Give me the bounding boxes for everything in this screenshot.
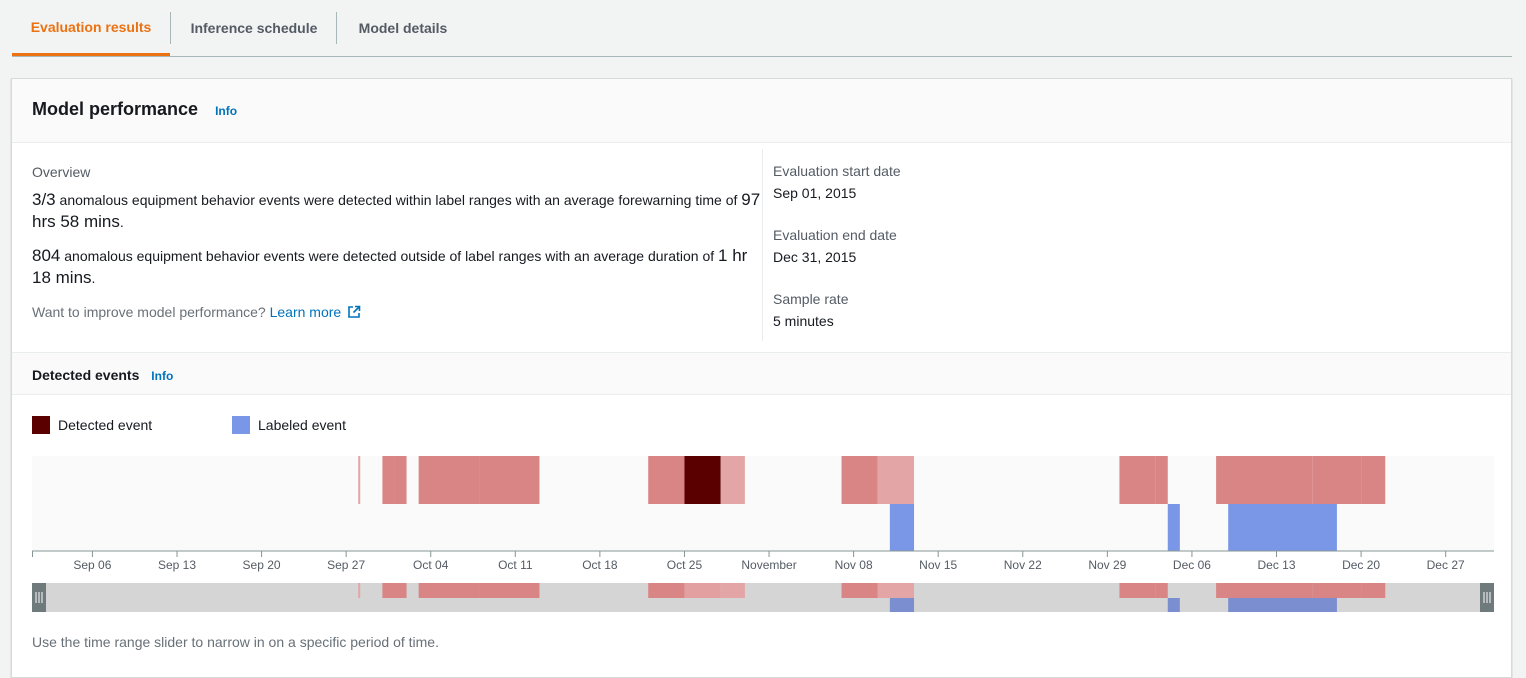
detected-event-bar[interactable] (1216, 456, 1313, 504)
slider-detected-event (1216, 583, 1313, 598)
model-performance-panel: Model performance Info Overview 3/3 anom… (11, 78, 1512, 678)
tab-model-details[interactable]: Model details (337, 0, 469, 56)
x-tick-label: Dec 13 (1257, 558, 1295, 572)
external-link-icon (348, 305, 361, 318)
slider-labeled-event (1167, 598, 1180, 612)
x-tick-label: Oct 25 (667, 558, 703, 572)
x-tick-label: Nov 08 (835, 558, 873, 572)
slider-labeled-event (889, 598, 915, 612)
eval-start-label: Evaluation start date (773, 163, 901, 179)
sample-rate-label: Sample rate (773, 291, 849, 307)
x-tick-label: Dec 06 (1173, 558, 1211, 572)
overview-line-unlabeled: 804 anomalous equipment behavior events … (32, 245, 762, 289)
events-timeline-chart[interactable]: Sep 06 Sep 13 Sep 20 Sep 27 Oct 04 Oct 11 Oct … (32, 456, 1494, 618)
labeled-event-bar[interactable] (1167, 504, 1180, 551)
labeled-event-text: anomalous equipment behavior events were… (55, 192, 742, 208)
x-tick-label: Sep 06 (73, 558, 111, 572)
slider-detected-event (1155, 583, 1168, 598)
labeled-event-bar[interactable] (889, 504, 915, 551)
x-tick-label: Dec 27 (1427, 558, 1465, 572)
x-tick-label: Oct 11 (498, 558, 533, 572)
slider-detected-event (382, 583, 395, 598)
x-tick-label: Sep 27 (327, 558, 365, 572)
slider-detected-event (1361, 583, 1386, 598)
x-tick-label: Nov 22 (1004, 558, 1042, 572)
detected-event-bar[interactable] (720, 456, 745, 504)
overview-label: Overview (32, 164, 91, 180)
detected-event-bar[interactable] (1361, 456, 1386, 504)
detected-event-bar[interactable] (877, 456, 915, 504)
legend-detected: Detected event (32, 416, 152, 434)
slider-labeled-event (1228, 598, 1337, 612)
improve-text: Want to improve model performance? (32, 304, 266, 320)
eval-end-value: Dec 31, 2015 (773, 249, 857, 265)
eval-end-label: Evaluation end date (773, 227, 897, 243)
column-divider (762, 149, 763, 341)
unlabeled-event-text: anomalous equipment behavior events were… (60, 248, 719, 264)
panel-title-row: Model performance Info (32, 99, 237, 120)
detected-event-bar[interactable] (1349, 456, 1362, 504)
slider-detected-event (394, 583, 407, 598)
x-tick-label: November (741, 558, 796, 572)
detected-event-bar[interactable] (1119, 456, 1156, 504)
x-tick-label: Oct 04 (413, 558, 449, 572)
legend-swatch-labeled (232, 416, 250, 434)
slider-detected-event (648, 583, 685, 598)
labeled-event-bar[interactable] (1228, 504, 1337, 551)
x-tick-label: Oct 18 (582, 558, 618, 572)
slider-hint: Use the time range slider to narrow in o… (32, 634, 439, 650)
x-tick-label: Sep 13 (158, 558, 196, 572)
tab-evaluation-results[interactable]: Evaluation results (12, 0, 170, 56)
learn-more-label: Learn more (269, 304, 342, 320)
detected-event-bar[interactable] (394, 456, 407, 504)
detected-event-bar[interactable] (648, 456, 685, 504)
sentence-period: . (91, 270, 96, 286)
slider-detected-event (720, 583, 745, 598)
labeled-event-count: 3/3 (32, 190, 56, 209)
slider-detected-event (1119, 583, 1156, 598)
info-link[interactable]: Info (151, 369, 173, 383)
sentence-period: . (119, 214, 124, 230)
detected-event-bar[interactable] (418, 456, 480, 504)
x-tick-label: Sep 20 (243, 558, 281, 572)
panel-title: Model performance (32, 99, 199, 119)
slider-detected-event (418, 583, 480, 598)
slider-detected-event (877, 583, 915, 598)
slider-detected-event (358, 583, 361, 598)
panel-header: Model performance Info (12, 79, 1511, 143)
slider-detected-event (1312, 583, 1350, 598)
detected-events-title-row: Detected events Info (32, 367, 173, 383)
legend-labeled: Labeled event (232, 416, 346, 434)
x-tick-label: Dec 20 (1342, 558, 1380, 572)
sample-rate-value: 5 minutes (773, 313, 834, 329)
detected-events-title: Detected events (32, 367, 140, 383)
slider-detected-event (479, 583, 540, 598)
detected-event-bar[interactable] (684, 456, 721, 504)
detected-event-bar[interactable] (358, 456, 361, 504)
legend-label-labeled: Labeled event (258, 417, 346, 433)
x-tick-label: Nov 15 (919, 558, 957, 572)
detected-event-bar[interactable] (382, 456, 395, 504)
tab-bar: Evaluation results Inference schedule Mo… (12, 0, 1512, 57)
eval-start-value: Sep 01, 2015 (773, 185, 857, 201)
unlabeled-event-count: 804 (32, 246, 61, 265)
detected-event-bar[interactable] (1155, 456, 1168, 504)
slider-detected-event (684, 583, 721, 598)
info-link[interactable]: Info (215, 104, 237, 118)
legend-label-detected: Detected event (58, 417, 153, 433)
overview-line-labeled: 3/3 anomalous equipment behavior events … (32, 189, 762, 233)
slider-detected-event (841, 583, 878, 598)
slider-detected-event (1349, 583, 1362, 598)
detected-event-bar[interactable] (1312, 456, 1350, 504)
improve-row: Want to improve model performance? Learn… (32, 304, 361, 320)
tab-inference-schedule[interactable]: Inference schedule (171, 0, 337, 56)
detected-event-bar[interactable] (841, 456, 878, 504)
legend-swatch-detected (32, 416, 50, 434)
detected-event-bar[interactable] (479, 456, 540, 504)
learn-more-link[interactable]: Learn more (270, 304, 361, 320)
x-tick-label: Nov 29 (1088, 558, 1126, 572)
detected-events-header: Detected events Info (12, 352, 1511, 395)
